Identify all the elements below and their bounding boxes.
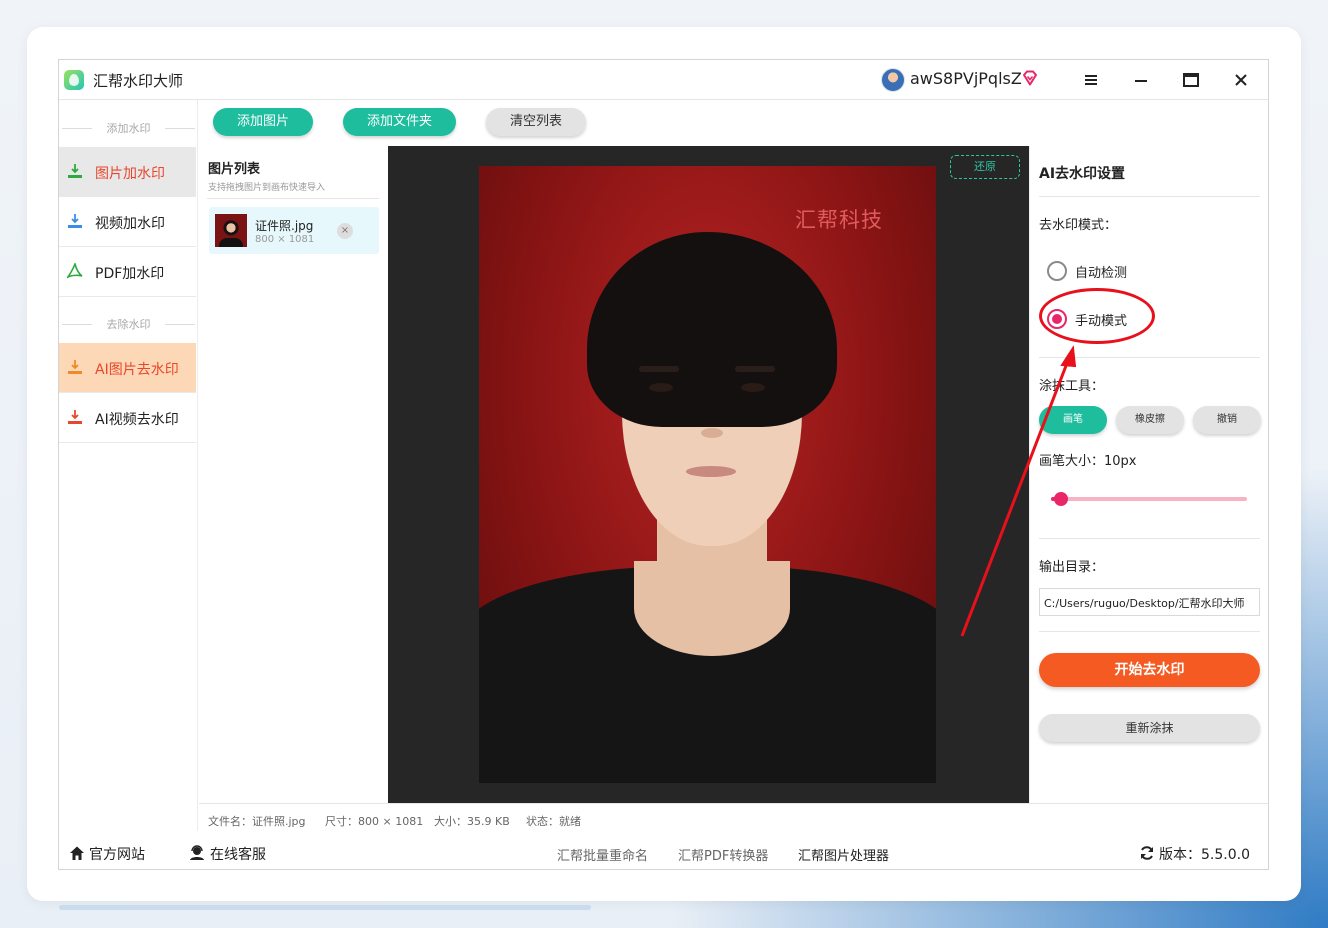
preview-canvas[interactable]: 还原 汇帮科技 xyxy=(388,146,1029,803)
home-icon xyxy=(70,846,84,860)
official-site-link[interactable]: 官方网站 xyxy=(89,844,145,864)
ai-image-remove-icon xyxy=(68,360,82,374)
image-list-title: 图片列表 xyxy=(208,162,261,177)
photo-lips xyxy=(686,466,736,477)
settings-title: AI去水印设置 xyxy=(1039,166,1126,182)
sidebar-item-ai-image-remove[interactable]: AI图片去水印 xyxy=(59,343,196,393)
version-label: 版本：5.5.0.0 xyxy=(1159,847,1250,863)
ai-video-remove-icon xyxy=(68,410,82,424)
auto-detect-radio[interactable] xyxy=(1047,261,1067,281)
photo-eye-right xyxy=(741,383,765,392)
output-label: 输出目录： xyxy=(1039,560,1105,575)
restore-button[interactable]: 还原 xyxy=(950,155,1020,179)
auto-detect-label[interactable]: 自动检测 xyxy=(1075,262,1127,281)
divider xyxy=(1039,196,1260,197)
tool-label: 涂抹工具： xyxy=(1039,379,1105,394)
photo-eye-left xyxy=(649,383,673,392)
video-watermark-icon xyxy=(68,214,82,228)
vip-diamond-icon[interactable] xyxy=(1021,69,1039,87)
user-avatar[interactable] xyxy=(881,68,905,92)
photo-brow-right xyxy=(735,366,775,372)
undo-button[interactable]: 撤销 xyxy=(1193,406,1261,434)
horizontal-scrollbar[interactable] xyxy=(59,905,591,910)
list-item[interactable]: 证件照.jpg 800 × 1081 × xyxy=(209,207,379,254)
footer: 官方网站 在线客服 汇帮批量重命名 汇帮PDF转换器 汇帮图片处理器 版本：5.… xyxy=(59,833,1268,869)
maximize-icon[interactable] xyxy=(1179,68,1203,92)
sidebar-item-label: AI视频去水印 xyxy=(95,412,179,428)
close-icon[interactable] xyxy=(1229,68,1253,92)
divider xyxy=(1039,538,1260,539)
divider xyxy=(207,198,379,199)
footer-link-image-tool[interactable]: 汇帮图片处理器 xyxy=(798,845,889,864)
divider xyxy=(1039,357,1260,358)
section-add-watermark: 添加水印 xyxy=(59,120,198,136)
brush-size-slider[interactable] xyxy=(1051,492,1247,506)
start-remove-button[interactable]: 开始去水印 xyxy=(1039,653,1260,687)
sidebar-item-pdf-watermark[interactable]: PDF加水印 xyxy=(59,247,196,297)
image-thumbnail xyxy=(215,214,247,247)
status-filename: 文件名：证件照.jpg xyxy=(208,815,306,828)
title-bar: 汇帮水印大师 awS8PVjPqlsZ xyxy=(59,60,1268,100)
status-state: 状态：就绪 xyxy=(526,815,581,828)
image-watermark-icon xyxy=(68,164,82,178)
online-support-link[interactable]: 在线客服 xyxy=(210,844,266,864)
photo-brow-left xyxy=(639,366,679,372)
divider xyxy=(1039,631,1260,632)
app-title: 汇帮水印大师 xyxy=(93,72,184,90)
sidebar-item-image-watermark[interactable]: 图片加水印 xyxy=(59,147,196,197)
brush-size-value: 10px xyxy=(1104,454,1137,469)
clear-list-button[interactable]: 清空列表 xyxy=(486,108,586,136)
redo-paint-button[interactable]: 重新涂抹 xyxy=(1039,714,1260,742)
manual-mode-radio[interactable] xyxy=(1047,309,1067,329)
customer-service-icon xyxy=(190,845,204,860)
menu-icon[interactable] xyxy=(1079,68,1103,92)
pdf-icon xyxy=(67,263,83,279)
watermark-text: 汇帮科技 xyxy=(795,208,883,232)
sidebar-item-label: 图片加水印 xyxy=(95,166,165,182)
sidebar: 添加水印 图片加水印 视频加水印 PDF加水印 去除水印 AI图片去水印 AI视… xyxy=(59,100,198,831)
sidebar-item-label: 视频加水印 xyxy=(95,216,165,232)
footer-link-pdf[interactable]: 汇帮PDF转换器 xyxy=(678,845,768,864)
app-logo-icon xyxy=(64,70,84,90)
file-dimensions: 800 × 1081 xyxy=(255,234,315,245)
image-list-panel: 图片列表 支持拖拽图片到画布快速导入 证件照.jpg 800 × 1081 × xyxy=(199,146,387,803)
file-name: 证件照.jpg xyxy=(255,219,314,233)
portrait-photo[interactable]: 汇帮科技 xyxy=(479,166,936,783)
eraser-tool-button[interactable]: 橡皮擦 xyxy=(1116,406,1184,434)
refresh-icon[interactable] xyxy=(1139,845,1155,861)
section-remove-watermark: 去除水印 xyxy=(59,316,198,332)
remove-item-button[interactable]: × xyxy=(337,223,353,239)
brush-size-label: 画笔大小：10px xyxy=(1039,450,1137,469)
sidebar-item-label: AI图片去水印 xyxy=(95,362,179,378)
brush-tool-button[interactable]: 画笔 xyxy=(1039,406,1107,434)
output-path-field[interactable]: C:/Users/ruguo/Desktop/汇帮水印大师 xyxy=(1039,588,1260,616)
add-image-button[interactable]: 添加图片 xyxy=(213,108,313,136)
image-list-subtitle: 支持拖拽图片到画布快速导入 xyxy=(208,183,326,193)
photo-neckline xyxy=(634,561,790,656)
app-window: 汇帮水印大师 awS8PVjPqlsZ 添加水印 图片加水印 视频加水印 PDF… xyxy=(58,59,1269,870)
settings-panel: AI去水印设置 去水印模式： 自动检测 手动模式 涂抹工具： 画笔 橡皮擦 撤销… xyxy=(1029,146,1268,803)
add-folder-button[interactable]: 添加文件夹 xyxy=(343,108,456,136)
manual-mode-label[interactable]: 手动模式 xyxy=(1075,310,1127,329)
photo-nose xyxy=(701,428,723,438)
sidebar-item-ai-video-remove[interactable]: AI视频去水印 xyxy=(59,393,196,443)
status-dimensions: 尺寸：800 × 1081 xyxy=(325,815,424,828)
status-bar: 文件名：证件照.jpg 尺寸：800 × 1081 大小：35.9 KB 状态：… xyxy=(199,803,1268,833)
username[interactable]: awS8PVjPqlsZ xyxy=(910,69,1022,88)
status-filesize: 大小：35.9 KB xyxy=(434,815,510,828)
footer-link-rename[interactable]: 汇帮批量重命名 xyxy=(557,845,648,864)
sidebar-item-video-watermark[interactable]: 视频加水印 xyxy=(59,197,196,247)
mode-label: 去水印模式： xyxy=(1039,218,1118,233)
minimize-icon[interactable] xyxy=(1129,68,1153,92)
slider-thumb[interactable] xyxy=(1053,492,1068,506)
sidebar-item-label: PDF加水印 xyxy=(95,266,165,282)
brush-size-text: 画笔大小： xyxy=(1039,454,1105,469)
